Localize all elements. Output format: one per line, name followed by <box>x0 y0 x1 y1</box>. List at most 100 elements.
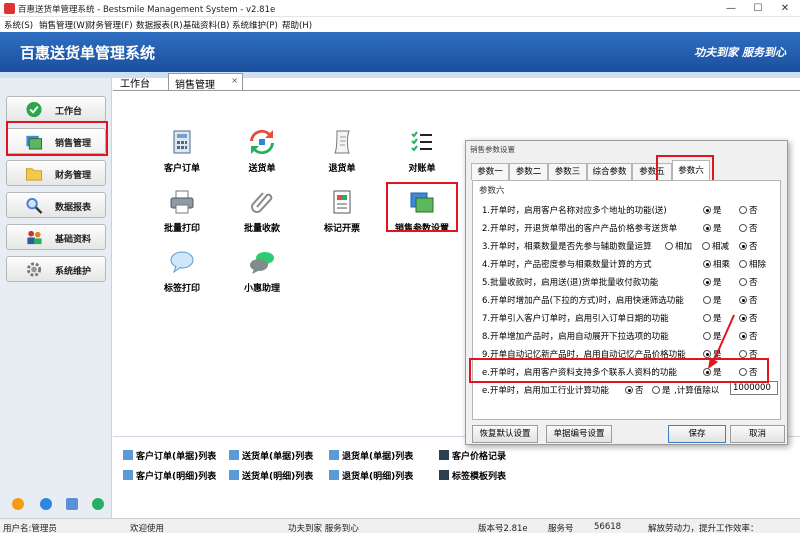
status-message: 解放劳动力，提升工作效率： <box>648 524 759 534</box>
radio-row6-yes[interactable]: 是 <box>703 294 722 306</box>
people-icon <box>27 230 42 245</box>
menu-system[interactable]: 系统(S) <box>4 19 33 31</box>
sidebar-item-label: 财务管理 <box>55 171 92 181</box>
list-links-panel: 客户订单(单据)列表 送货单(单据)列表 退货单(单据)列表 客户价格记录 客户… <box>113 436 800 518</box>
magnifier-icon <box>26 197 43 214</box>
status-welcome: 欢迎使用 <box>130 524 165 534</box>
func-delivery-note[interactable]: 送货单 <box>227 129 297 174</box>
link-order-detail[interactable]: 客户订单(明细)列表 <box>123 469 216 482</box>
link-price-records[interactable]: 客户价格记录 <box>439 449 506 462</box>
param-row-2: 2.开单时，开退货单带出的客户产品价格参考送货单 <box>482 224 678 234</box>
banner-slogan: 功夫到家 服务到心 <box>694 46 786 59</box>
link-return-list[interactable]: 退货单(单据)列表 <box>329 449 413 462</box>
menu-sales[interactable]: 销售管理(W) <box>39 19 88 31</box>
link-delivery-detail[interactable]: 送货单(明细)列表 <box>229 469 313 482</box>
radio-row3-add[interactable]: 相加 <box>665 240 692 252</box>
maximize-button[interactable]: ☐ <box>745 1 771 16</box>
header-banner: 百惠送货单管理系统 功夫到家 服务到心 <box>0 32 800 72</box>
func-mark-invoice[interactable]: 标记开票 <box>307 189 377 234</box>
close-icon[interactable]: × <box>231 76 238 85</box>
tab-sales[interactable]: 销售管理 × <box>168 73 243 91</box>
sidebar-item-label: 数据报表 <box>55 203 92 213</box>
radio-row1-yes[interactable]: 是 <box>703 204 722 216</box>
radio-row1-no[interactable]: 否 <box>739 204 758 216</box>
func-label: 小惠助理 <box>243 284 280 294</box>
func-customer-order[interactable]: 客户订单 <box>147 129 217 174</box>
list-icon <box>229 450 239 460</box>
radio-row3-subtract[interactable]: 相减 <box>702 240 729 252</box>
menu-basic-data[interactable]: 基础资料(B) <box>183 19 229 31</box>
sidebar-item-workbench[interactable]: 工作台 <box>6 96 106 122</box>
document-icon <box>439 450 449 460</box>
menu-finance[interactable]: 财务管理(F) <box>87 19 133 31</box>
func-assistant[interactable]: 小惠助理 <box>227 249 297 294</box>
menu-maintenance[interactable]: 系统维护(P) <box>232 19 278 31</box>
restore-defaults-button[interactable]: 恢复默认设置 <box>472 425 538 443</box>
param-row-11: e.开单时，启用加工行业计算功能 <box>482 386 609 396</box>
func-batch-print[interactable]: 批量打印 <box>147 189 217 234</box>
numbering-settings-button[interactable]: 单据编号设置 <box>546 425 612 443</box>
group-title: 参数六 <box>479 186 505 196</box>
status-slogan: 功夫到家 服务到心 <box>288 524 359 534</box>
save-button[interactable]: 保存 <box>668 425 726 443</box>
radio-row4-divide[interactable]: 相除 <box>739 258 766 270</box>
param-row-1: 1.开单时，启用客户名称对应多个地址的功能(送) <box>482 206 667 216</box>
func-label: 客户订单 <box>163 164 200 174</box>
tab-param-3[interactable]: 参数三 <box>548 163 587 180</box>
tab-general-params[interactable]: 综合参数 <box>587 163 632 180</box>
sidebar-item-basic-data[interactable]: 基础资料 <box>6 224 106 250</box>
sidebar-item-label: 系统维护 <box>55 267 92 277</box>
radio-row5-no[interactable]: 否 <box>739 276 758 288</box>
link-delivery-list[interactable]: 送货单(单据)列表 <box>229 449 313 462</box>
close-button[interactable]: ✕ <box>772 1 798 16</box>
func-batch-collect[interactable]: 批量收款 <box>227 189 297 234</box>
param-row-8: 8.开单增加产品时，启用自动展开下拉选项的功能 <box>482 332 669 342</box>
radio-row3-no[interactable]: 否 <box>739 240 758 252</box>
func-statement[interactable]: 对账单 <box>387 129 457 174</box>
calc-divisor-input[interactable] <box>730 381 778 395</box>
link-return-detail[interactable]: 退货单(明细)列表 <box>329 469 413 482</box>
status-service-no: 56618 <box>594 522 622 532</box>
check-circle-icon <box>26 101 42 118</box>
cancel-button[interactable]: 取消 <box>730 425 785 443</box>
radio-row11-yes[interactable]: 是 <box>652 384 671 396</box>
param-row-3: 3.开单时，相乘数量是否先参与辅助数量运算 <box>482 242 652 252</box>
calc-divisor-label: ,计算值除以 <box>674 386 720 396</box>
radio-row11-no[interactable]: 否 <box>625 384 644 396</box>
sidebar-item-label: 基础资料 <box>55 235 92 245</box>
radio-row2-yes[interactable]: 是 <box>703 222 722 234</box>
tab-param-1[interactable]: 参数一 <box>471 163 509 180</box>
home-icon[interactable] <box>12 498 24 510</box>
radio-row6-no[interactable]: 否 <box>739 294 758 306</box>
app-icon <box>4 3 15 14</box>
scroll-icon <box>334 130 350 154</box>
calendar-icon[interactable] <box>66 498 78 510</box>
tab-workbench[interactable]: 工作台 <box>120 75 150 90</box>
status-service-label: 服务号 <box>548 524 574 534</box>
refresh-icon[interactable] <box>92 498 104 510</box>
func-return-note[interactable]: 退货单 <box>307 129 377 174</box>
func-label-print[interactable]: 标签打印 <box>147 249 217 294</box>
param-panel: 参数六 1.开单时，启用客户名称对应多个地址的功能(送) 是 否 2.开单时，开… <box>472 180 781 420</box>
radio-row5-yes[interactable]: 是 <box>703 276 722 288</box>
tab-param-2[interactable]: 参数二 <box>509 163 548 180</box>
sidebar-item-reports[interactable]: 数据报表 <box>6 192 106 218</box>
radio-row4-multiply[interactable]: 相乘 <box>703 258 730 270</box>
clock-icon[interactable] <box>40 498 52 510</box>
calculator-icon <box>173 130 191 154</box>
list-icon <box>123 470 133 480</box>
document-icon <box>439 470 449 480</box>
folder-icon <box>25 168 43 181</box>
sidebar-item-maintenance[interactable]: 系统维护 <box>6 256 106 282</box>
menu-reports[interactable]: 数据报表(R) <box>136 19 183 31</box>
link-order-list[interactable]: 客户订单(单据)列表 <box>123 449 216 462</box>
menu-bar: 系统(S) 销售管理(W) 财务管理(F) 数据报表(R) 基础资料(B) 系统… <box>0 17 800 32</box>
menu-help[interactable]: 帮助(H) <box>282 19 312 31</box>
minimize-button[interactable]: — <box>718 1 744 16</box>
radio-row2-no[interactable]: 否 <box>739 222 758 234</box>
sidebar-item-finance[interactable]: 财务管理 <box>6 160 106 186</box>
func-label: 对账单 <box>408 164 436 174</box>
link-label-templates[interactable]: 标签模板列表 <box>439 469 506 482</box>
status-version: 版本号2.81e <box>478 524 528 534</box>
paperclip-icon <box>251 192 273 213</box>
